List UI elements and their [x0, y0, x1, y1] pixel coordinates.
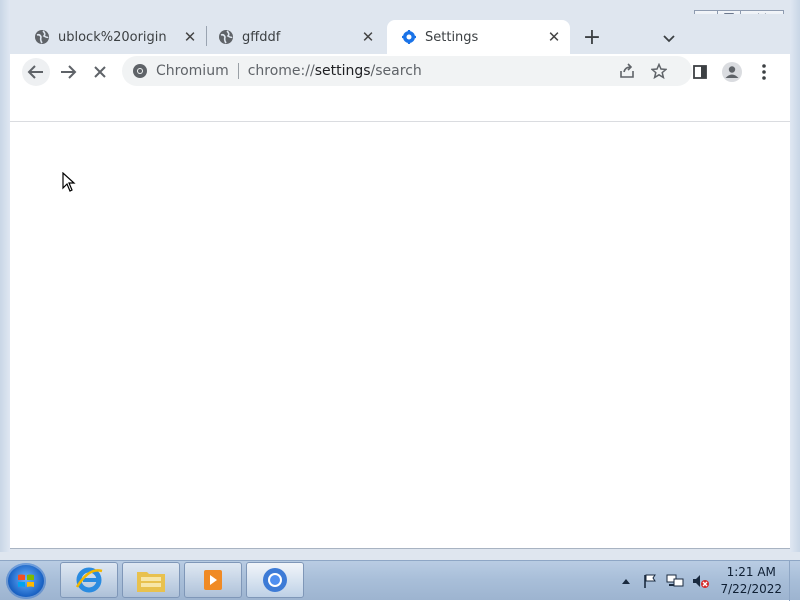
- tab-strip: ublock%20origin ✕ gffddf ✕ Settings ✕ +: [10, 14, 790, 54]
- new-tab-button[interactable]: +: [582, 27, 602, 49]
- tab-ublock[interactable]: ublock%20origin ✕: [20, 20, 206, 54]
- chevron-down-icon: [663, 35, 675, 43]
- address-divider: [237, 63, 239, 79]
- menu-button[interactable]: [750, 58, 778, 86]
- tab-close-button[interactable]: ✕: [182, 29, 198, 45]
- system-clock[interactable]: 1:21 AM 7/22/2022: [720, 564, 782, 598]
- clock-date: 7/22/2022: [720, 582, 782, 596]
- close-icon: [94, 66, 106, 78]
- chromium-icon: [132, 63, 148, 79]
- url-host: settings: [314, 63, 371, 79]
- address-bar[interactable]: Chromium chrome://settings/search: [122, 56, 692, 86]
- taskbar: 1:21 AM 7/22/2022: [0, 560, 800, 601]
- network-button[interactable]: [664, 571, 686, 591]
- media-player-icon: [204, 570, 222, 590]
- network-icon: [666, 574, 684, 587]
- tab-close-button[interactable]: ✕: [546, 29, 562, 45]
- secondary-toolbar: [10, 90, 790, 122]
- star-icon: [651, 63, 667, 79]
- chevron-up-icon: [622, 579, 630, 584]
- side-panel-icon: [693, 65, 707, 79]
- url-path: /search: [370, 63, 422, 79]
- tab-label: ublock%20origin: [58, 29, 167, 45]
- arrow-left-icon: [27, 65, 43, 79]
- show-hidden-icons-button[interactable]: [618, 571, 634, 591]
- mouse-pointer-icon: [62, 172, 76, 192]
- tab-gffddf[interactable]: gffddf ✕: [204, 20, 384, 54]
- folder-icon: [137, 572, 165, 592]
- taskbar-media-player[interactable]: [184, 562, 242, 598]
- browser-window: ublock%20origin ✕ gffddf ✕ Settings ✕ +: [0, 0, 800, 560]
- share-icon: [620, 63, 634, 78]
- taskbar-internet-explorer[interactable]: [60, 562, 118, 598]
- internet-explorer-icon: [75, 567, 103, 593]
- site-label: Chromium: [156, 63, 229, 79]
- volume-muted-icon: [693, 575, 709, 588]
- avatar-icon: [722, 62, 742, 82]
- tab-label: gffddf: [242, 29, 281, 45]
- page-content[interactable]: [10, 122, 790, 549]
- taskbar-chromium[interactable]: [246, 562, 304, 598]
- action-center-button[interactable]: [640, 571, 660, 591]
- clock-time: 1:21 AM: [726, 565, 776, 579]
- share-button[interactable]: [617, 61, 637, 81]
- tab-label: Settings: [425, 29, 479, 45]
- bookmark-button[interactable]: [649, 61, 669, 81]
- taskbar-file-explorer[interactable]: [122, 562, 180, 598]
- tab-settings[interactable]: Settings ✕: [387, 20, 570, 54]
- start-button[interactable]: [6, 563, 46, 599]
- volume-button[interactable]: [690, 571, 712, 591]
- tab-close-button[interactable]: ✕: [360, 29, 376, 45]
- settings-gear-icon: [401, 29, 417, 45]
- window-frame-right: [790, 0, 800, 552]
- tab-search-button[interactable]: [660, 30, 678, 48]
- arrow-right-icon: [61, 65, 77, 79]
- url-text: chrome://settings/search: [248, 63, 422, 79]
- flag-icon: [644, 574, 656, 588]
- window-frame-left: [0, 0, 10, 552]
- back-button[interactable]: [22, 58, 50, 86]
- forward-button[interactable]: [54, 58, 82, 86]
- chromium-icon: [263, 568, 287, 592]
- show-desktop-button[interactable]: [789, 561, 800, 601]
- side-panel-button[interactable]: [686, 58, 714, 86]
- globe-icon: [34, 29, 50, 45]
- url-prefix: chrome://: [247, 63, 315, 79]
- browser-toolbar: Chromium chrome://settings/search: [10, 54, 790, 90]
- profile-button[interactable]: [718, 58, 746, 86]
- globe-icon: [218, 29, 234, 45]
- more-vertical-icon: [762, 64, 766, 80]
- stop-loading-button[interactable]: [86, 58, 114, 86]
- windows-logo-icon: [18, 574, 34, 587]
